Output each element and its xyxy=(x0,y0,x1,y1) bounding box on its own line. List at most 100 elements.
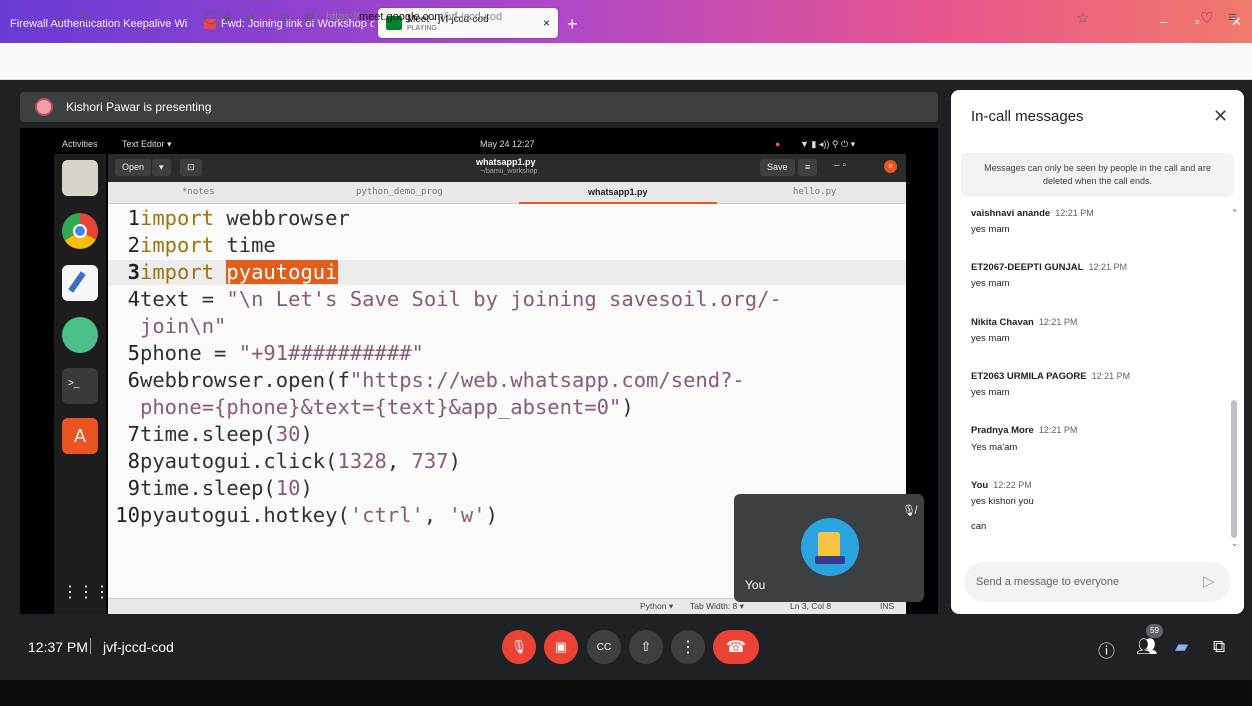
camera-blocked-icon[interactable]: ⊘ xyxy=(280,10,290,24)
present-screen-icon: ⇧ xyxy=(640,639,652,654)
message-sender: ET2063 URMILA PAGORE 12:21 PM xyxy=(971,371,1131,382)
hangup-icon: ☎︎ xyxy=(726,639,746,656)
people-icon[interactable]: 👥︎ xyxy=(1136,637,1158,657)
captions-button[interactable]: CC xyxy=(587,630,621,664)
mic-off-icon: 🎙︎ xyxy=(510,639,528,654)
cursor-position: Ln 3, Col 8 xyxy=(790,601,832,611)
meeting-code: jvf-jccd-cod xyxy=(103,639,174,655)
text-editor-menu: Text Editor ▾ xyxy=(122,139,172,149)
tab-label: Firewall Authentication Keepalive Wi xyxy=(10,18,188,30)
code-line: 3import pyautogui xyxy=(127,260,338,284)
code-line: 10pyautogui.hotkey('ctrl', 'w') xyxy=(115,503,498,527)
microphone-icon[interactable]: ♀ xyxy=(263,10,272,24)
app-grid-icon: ⋮⋮⋮ xyxy=(62,584,110,601)
selected-text: pyautogui xyxy=(226,260,338,284)
code-line-wrap: join\n" xyxy=(140,314,227,338)
navigation-bar xyxy=(0,43,1252,80)
terminal-icon: >_ xyxy=(62,368,98,404)
editor-path: ~/bamu_workshop xyxy=(480,168,538,175)
reader-view-icon[interactable]: ▤ xyxy=(304,10,315,24)
message-sender: vaishnavi anande 12:21 PM xyxy=(971,208,1094,219)
self-name: You xyxy=(745,578,766,592)
scroll-down-icon[interactable]: ⌄ xyxy=(1231,538,1239,549)
editor-window-controls: – ▫ xyxy=(834,160,846,171)
code-line: 1import webbrowser xyxy=(127,206,350,230)
meeting-clock: 12:37 PM xyxy=(28,639,88,655)
send-icon[interactable]: ▷ xyxy=(1203,572,1215,590)
shield-icon[interactable]: ◯ xyxy=(204,9,219,25)
message-sender: ET2067-DEEPTI GUNJAL 12:21 PM xyxy=(971,262,1127,273)
menu-icon[interactable]: ≡ xyxy=(1228,9,1237,26)
more-options-button[interactable]: ⋮ xyxy=(671,630,705,664)
chat-title: In-call messages xyxy=(971,108,1084,125)
message-text: yes mam xyxy=(971,278,1010,289)
scroll-up-icon[interactable]: ⌃ xyxy=(1231,208,1239,219)
new-tab-icon: ⊡ xyxy=(180,159,202,176)
restore-icon[interactable]: ▫ xyxy=(1195,14,1200,29)
language-selector: Python ▾ xyxy=(640,601,674,611)
system-tray-icons: ▼ ▮ ◂)) ⚲ ⏻ ▾ xyxy=(800,139,856,149)
presenter-avatar xyxy=(35,98,53,116)
back-icon[interactable]: ← xyxy=(20,9,35,26)
files-icon xyxy=(62,160,98,196)
code-line: 9time.sleep(10) xyxy=(127,476,313,500)
message-sender: You 12:22 PM xyxy=(971,480,1032,491)
activities-label: Activities xyxy=(62,139,98,149)
pocket-icon[interactable]: ♡ xyxy=(1200,9,1213,27)
divider xyxy=(90,638,91,654)
activities-icon[interactable]: ⧉ xyxy=(1213,637,1225,657)
bookmark-star-icon[interactable]: ☆ xyxy=(1076,9,1089,27)
editor-close-icon: × xyxy=(884,160,897,173)
url-host: meet.google.com xyxy=(359,11,444,23)
mic-off-icon: 🎙︎̸ xyxy=(902,505,916,517)
code-line: 2import time xyxy=(127,233,276,257)
present-button[interactable]: ⇧ xyxy=(629,630,663,664)
message-text: yes mam xyxy=(971,333,1010,344)
close-icon[interactable]: ✕ xyxy=(1213,106,1228,127)
url-prefix: https:// xyxy=(326,11,360,23)
insert-mode: INS xyxy=(880,601,895,611)
forward-icon[interactable]: → xyxy=(50,9,65,26)
self-avatar xyxy=(801,518,859,576)
text-editor-icon xyxy=(62,265,98,301)
permissions-icon[interactable]: ⇄ xyxy=(246,11,255,24)
message-sender: Nikita Chavan 12:21 PM xyxy=(971,317,1078,328)
open-dropdown-icon: ▾ xyxy=(152,159,171,176)
chat-scrollbar[interactable] xyxy=(1231,400,1237,538)
camera-off-button[interactable]: ▣ xyxy=(544,630,578,664)
chrome-icon xyxy=(62,213,98,249)
editor-tab-whatsapp1: whatsapp1.py xyxy=(588,187,648,197)
presenting-text: Kishori Pawar is presenting xyxy=(66,100,212,114)
lock-icon[interactable]: 🔒︎ xyxy=(224,9,231,25)
mic-off-button[interactable]: 🎙︎ xyxy=(502,630,536,664)
minimize-icon[interactable]: – xyxy=(1160,14,1167,29)
ubuntu-clock: May 24 12:27 xyxy=(480,139,535,149)
message-text: yes mam xyxy=(971,224,1010,235)
participant-count-badge: 59 xyxy=(1146,624,1163,638)
code-line: 5phone = "+91##########" xyxy=(127,341,424,365)
chat-icon[interactable]: ▰ xyxy=(1175,637,1188,657)
captions-icon: CC xyxy=(596,641,612,653)
code-line: 8pyautogui.click(1328, 737) xyxy=(127,449,461,473)
record-icon: ● xyxy=(775,139,781,149)
close-tab-icon[interactable]: × xyxy=(543,16,550,30)
editor-tab-hello: hello.py xyxy=(793,187,837,197)
message-sender: Pradnya More 12:21 PM xyxy=(971,425,1078,436)
bottom-black-strip xyxy=(0,680,1252,706)
meeting-info-icon[interactable]: ⓘ xyxy=(1098,637,1115,662)
editor-filename: whatsapp1.py xyxy=(476,157,536,167)
code-line: 7time.sleep(30) xyxy=(127,422,313,446)
atom-icon xyxy=(62,317,98,353)
software-center-icon: A xyxy=(62,418,98,454)
playing-indicator: PLAYING xyxy=(407,24,437,32)
message-text: Yes ma'am xyxy=(971,442,1018,453)
reload-icon[interactable]: ↻ xyxy=(80,9,93,27)
new-tab-button[interactable]: + xyxy=(567,14,578,35)
message-text: yes mam xyxy=(971,387,1010,398)
camera-off-icon: ▣ xyxy=(554,639,568,654)
url-bar[interactable]: https://meet.google.com/jvf-jccd-cod xyxy=(326,11,502,23)
leave-call-button[interactable]: ☎︎ xyxy=(713,630,759,664)
open-button: Open xyxy=(115,159,152,176)
message-text: yes kishori you xyxy=(971,496,1034,507)
editor-tab-notes: *notes xyxy=(182,187,215,197)
